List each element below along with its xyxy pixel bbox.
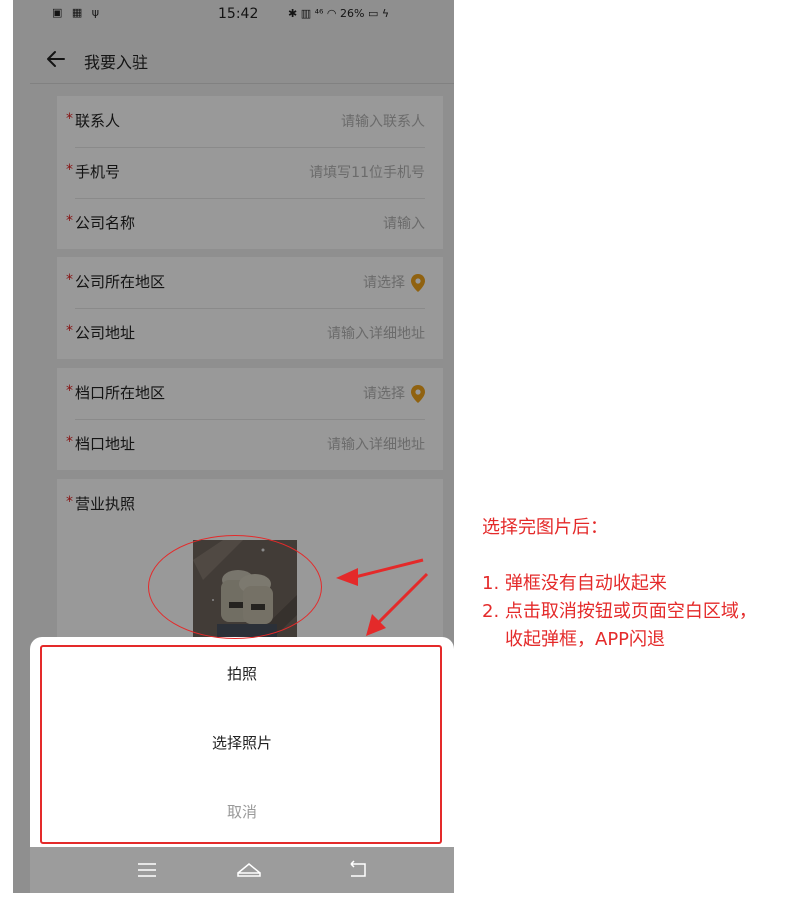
annotation-item-1: 1. 弹框没有自动收起来 [482, 573, 667, 594]
annotation-highlight-box [40, 645, 442, 844]
annotation-arrows [336, 558, 429, 636]
system-navigation-bar [30, 847, 454, 893]
phone-side-bar [13, 0, 30, 893]
annotation-title: 选择完图片后： [482, 517, 608, 538]
menu-icon[interactable] [135, 859, 159, 881]
system-back-icon[interactable] [346, 859, 370, 881]
annotation-item-2-line-1: 2. 点击取消按钮或页面空白区域， [482, 601, 757, 622]
annotation-item-2-line-2: 收起弹框，APP闪退 [505, 629, 666, 650]
annotation-ellipse [148, 535, 322, 639]
home-icon[interactable] [236, 859, 261, 881]
